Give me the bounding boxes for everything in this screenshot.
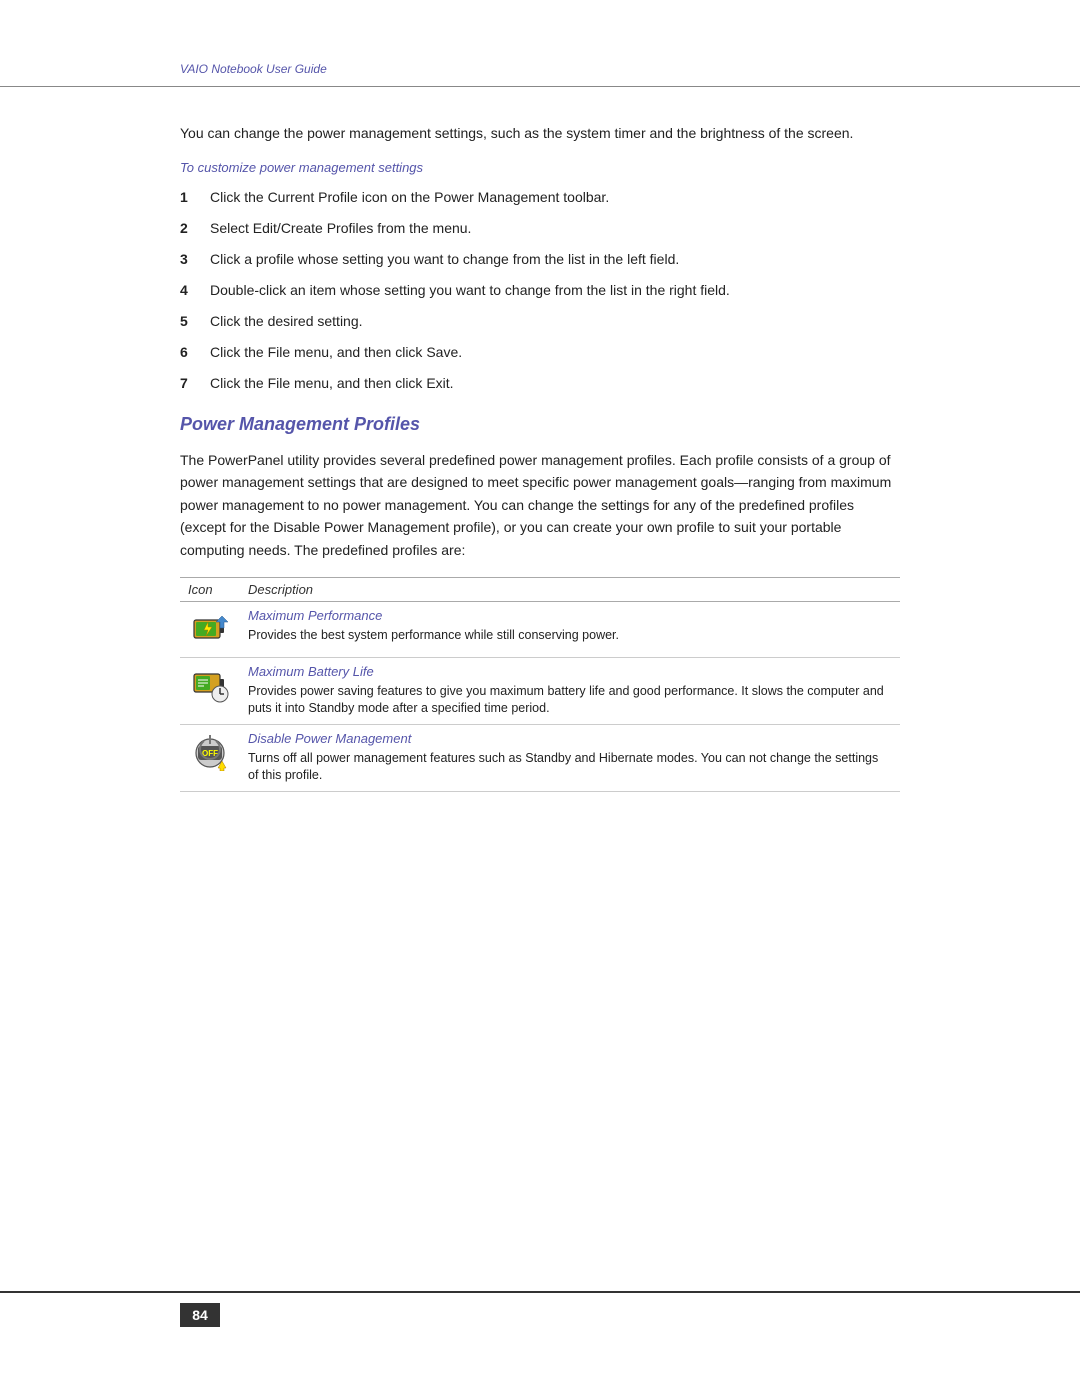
page-footer: 84 [0, 1291, 1080, 1337]
page-number: 84 [180, 1303, 220, 1327]
steps-list: 1 Click the Current Profile icon on the … [180, 187, 900, 394]
table-row: OFF Disable Power Management Turns off a… [180, 724, 900, 791]
page-header: VAIO Notebook User Guide [0, 0, 1080, 87]
table-row: Maximum Performance Provides the best sy… [180, 601, 900, 657]
list-item: 1 Click the Current Profile icon on the … [180, 187, 900, 208]
profile-description-cell: Maximum Battery Life Provides power savi… [240, 657, 900, 724]
maximum-performance-icon [190, 608, 230, 648]
step-text: Select Edit/Create Profiles from the men… [210, 218, 900, 239]
profiles-body: The PowerPanel utility provides several … [180, 449, 900, 561]
profile-desc: Provides power saving features to give y… [248, 684, 884, 716]
list-item: 3 Click a profile whose setting you want… [180, 249, 900, 270]
list-item: 4 Double-click an item whose setting you… [180, 280, 900, 301]
icon-cell [180, 601, 240, 657]
profile-description-cell: Maximum Performance Provides the best sy… [240, 601, 900, 657]
step-number: 4 [180, 280, 210, 301]
step-text: Click the File menu, and then click Save… [210, 342, 900, 363]
maximum-battery-life-icon [190, 664, 230, 704]
col-icon-header: Icon [180, 577, 240, 601]
step-text: Click the File menu, and then click Exit… [210, 373, 900, 394]
profiles-heading: Power Management Profiles [180, 414, 900, 435]
step-text: Double-click an item whose setting you w… [210, 280, 900, 301]
customize-heading: To customize power management settings [180, 160, 900, 175]
profile-desc: Turns off all power management features … [248, 751, 878, 783]
profile-name: Disable Power Management [248, 731, 892, 746]
list-item: 5 Click the desired setting. [180, 311, 900, 332]
step-number: 3 [180, 249, 210, 270]
profile-desc: Provides the best system performance whi… [248, 628, 619, 642]
table-row: Maximum Battery Life Provides power savi… [180, 657, 900, 724]
step-number: 2 [180, 218, 210, 239]
icon-cell: OFF [180, 724, 240, 791]
profiles-table: Icon Description [180, 577, 900, 792]
list-item: 6 Click the File menu, and then click Sa… [180, 342, 900, 363]
col-description-header: Description [240, 577, 900, 601]
step-number: 6 [180, 342, 210, 363]
profile-description-cell: Disable Power Management Turns off all p… [240, 724, 900, 791]
step-text: Click a profile whose setting you want t… [210, 249, 900, 270]
page-container: VAIO Notebook User Guide You can change … [0, 0, 1080, 1397]
profile-name: Maximum Battery Life [248, 664, 892, 679]
step-number: 5 [180, 311, 210, 332]
icon-cell [180, 657, 240, 724]
breadcrumb: VAIO Notebook User Guide [180, 62, 327, 76]
step-number: 1 [180, 187, 210, 208]
step-number: 7 [180, 373, 210, 394]
intro-paragraph: You can change the power management sett… [180, 123, 900, 144]
step-text: Click the desired setting. [210, 311, 900, 332]
content-area: You can change the power management sett… [0, 87, 1080, 832]
list-item: 7 Click the File menu, and then click Ex… [180, 373, 900, 394]
list-item: 2 Select Edit/Create Profiles from the m… [180, 218, 900, 239]
step-text: Click the Current Profile icon on the Po… [210, 187, 900, 208]
disable-power-management-icon: OFF [190, 731, 230, 771]
profile-name: Maximum Performance [248, 608, 892, 623]
